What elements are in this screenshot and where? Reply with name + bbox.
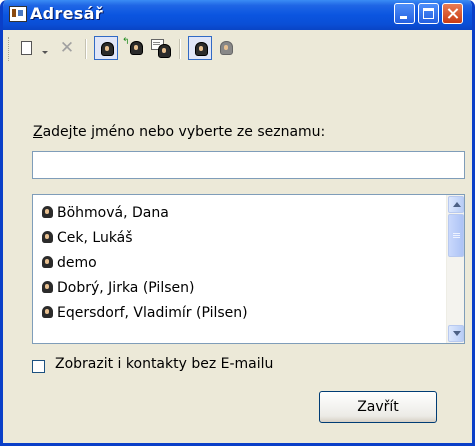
toolbar: ✕ ↰ — [8, 33, 468, 65]
list-item[interactable]: Dobrý, Jirka (Pilsen) — [41, 276, 194, 300]
show-without-email-checkbox[interactable] — [32, 360, 45, 373]
contact-name: Eqersdorf, Vladimír (Pilsen) — [57, 305, 248, 321]
chevron-down-icon — [453, 331, 461, 336]
list-item[interactable]: Eqersdorf, Vladimír (Pilsen) — [41, 301, 248, 325]
address-book-window: Adresář ✕ ↰ Zadejte jméno nebo vyberte z… — [0, 0, 475, 446]
contact-icon — [41, 305, 54, 318]
scroll-thumb[interactable] — [448, 214, 464, 257]
contact-name: demo — [57, 255, 97, 271]
chevron-up-icon — [453, 202, 461, 207]
window-title: Adresář — [30, 4, 103, 23]
close-button[interactable]: Zavřít — [319, 391, 437, 423]
address-book-icon — [9, 6, 27, 22]
accesskey-letter: Z — [33, 124, 43, 140]
delete-button[interactable]: ✕ — [55, 36, 79, 60]
toolbar-grip[interactable] — [8, 37, 12, 61]
contact-icon — [101, 42, 114, 56]
list-item[interactable]: demo — [41, 251, 97, 275]
group-filter-button[interactable] — [214, 36, 238, 60]
contact-icon — [41, 280, 54, 293]
prompt-text: adejte jméno nebo vyberte ze seznamu: — [42, 124, 326, 140]
delete-icon: ✕ — [59, 38, 75, 58]
add-contact-button[interactable]: ↰ — [121, 36, 145, 60]
contact-name: Dobrý, Jirka (Pilsen) — [57, 280, 195, 296]
contacts-list[interactable]: Böhmová, Dana Cek, Lukáš demo Dobrý, Jir… — [32, 194, 465, 344]
contact-group-icon — [220, 41, 233, 55]
person-filter-button[interactable] — [188, 36, 212, 60]
new-page-icon — [21, 41, 32, 55]
list-item[interactable]: Böhmová, Dana — [41, 201, 169, 225]
new-dropdown-button[interactable] — [39, 36, 51, 60]
search-input[interactable] — [32, 151, 465, 179]
scroll-down-button[interactable] — [448, 325, 464, 342]
list-item[interactable]: Cek, Lukáš — [41, 226, 133, 250]
contact-icon — [41, 205, 54, 218]
dropdown-arrow-icon — [42, 51, 48, 54]
maximize-button[interactable] — [418, 3, 439, 24]
title-bar[interactable]: Adresář — [3, 0, 472, 30]
toolbar-separator — [179, 39, 181, 59]
contact-properties-button[interactable] — [149, 36, 173, 60]
scroll-up-button[interactable] — [448, 196, 464, 213]
add-arrow-icon: ↰ — [122, 37, 130, 47]
contacts-view-button[interactable] — [94, 36, 118, 60]
contact-icon — [41, 255, 54, 268]
contact-properties-icon — [158, 44, 171, 58]
new-contact-button[interactable] — [15, 36, 39, 60]
vertical-scrollbar[interactable] — [446, 195, 464, 343]
contact-name: Cek, Lukáš — [57, 230, 133, 246]
minimize-button[interactable] — [394, 3, 415, 24]
contact-icon — [195, 42, 208, 56]
toolbar-separator — [85, 39, 87, 59]
add-contact-icon — [130, 41, 143, 55]
close-window-button[interactable] — [442, 3, 463, 24]
contact-icon — [41, 230, 54, 243]
show-without-email-label[interactable]: Zobrazit i kontakty bez E-mailu — [55, 356, 273, 372]
contact-name: Böhmová, Dana — [57, 205, 169, 221]
search-prompt-label: Zadejte jméno nebo vyberte ze seznamu: — [33, 124, 325, 140]
